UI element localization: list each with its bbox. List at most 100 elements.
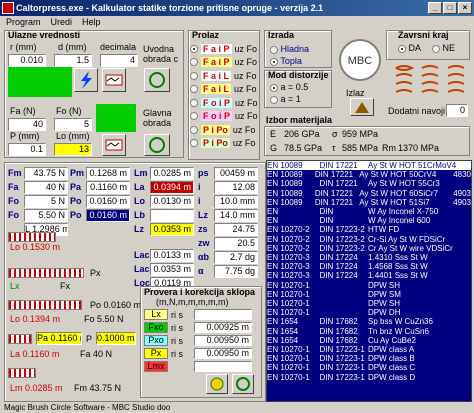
material-row[interactable]: EN 10270-2 DIN 17223-2 HTW FD <box>267 225 471 234</box>
zavrsni-da[interactable]: DA <box>398 43 421 53</box>
maximize-button[interactable]: □ <box>443 2 457 14</box>
radio-a05[interactable] <box>270 83 278 92</box>
materials-list[interactable]: EN 10089 DIN 17221 Ay St W HOT 51CrMoV4 EN … <box>266 160 472 402</box>
material-row[interactable]: EN 10270-2 DIN 17223-2 Cr Ay St W wire VDS… <box>267 244 471 253</box>
result-value[interactable]: 40 N <box>24 180 68 194</box>
provera-value[interactable]: 0.00950 m <box>194 348 252 359</box>
uvodna-button[interactable] <box>144 68 170 92</box>
provera-value[interactable] <box>194 309 252 320</box>
prolaz-radio[interactable] <box>190 71 198 80</box>
prolaz-option[interactable]: F a i Puz Fo <box>190 42 260 56</box>
prolaz-radio[interactable] <box>190 125 198 134</box>
provera-label[interactable]: Fxo <box>144 322 168 333</box>
material-row[interactable]: EN 10270-3 DIN 17224 1.4310 Sss St W <box>267 253 471 262</box>
result-value[interactable]: 5.50 N <box>24 208 68 222</box>
shark-button-2[interactable] <box>102 134 126 156</box>
material-row[interactable]: EN DIN W Ay Inconel 600 <box>267 216 471 225</box>
result-value[interactable] <box>150 208 194 222</box>
provera-value[interactable]: 0.00950 m <box>194 335 252 346</box>
p-value[interactable]: 0.1000 m <box>96 332 136 345</box>
provera-value[interactable] <box>194 361 252 372</box>
material-row[interactable]: EN 10270-2 DIN 17223-2 Cr-Si Ay St W FDSiC… <box>267 235 471 244</box>
material-row[interactable]: EN 10270-3 DIN 17224 1.4401 Sss St W <box>267 271 471 280</box>
result-value[interactable]: 0.0394 m <box>150 180 194 194</box>
result-value[interactable]: 43.75 N <box>24 166 68 180</box>
result-value[interactable]: 0.0133 m <box>150 248 194 262</box>
fo-input[interactable]: 5 <box>54 118 92 131</box>
menu-uredi[interactable]: Uredi <box>51 16 73 29</box>
correct-button[interactable] <box>232 374 254 394</box>
prolaz-option[interactable]: F a i Luz Fo <box>190 83 260 97</box>
lightning-button[interactable] <box>74 68 98 92</box>
result-value[interactable]: 00459 m <box>214 166 258 180</box>
result-value[interactable]: 24.75 <box>214 222 258 236</box>
result-value[interactable]: 0.1268 m <box>86 166 130 180</box>
material-row[interactable]: EN 10089 DIN 17221 Ay St W HOT 51Si7 4903 <box>267 198 471 207</box>
result-value[interactable]: 0.0130 m <box>150 194 194 208</box>
provera-label[interactable]: Px <box>144 348 168 359</box>
material-row[interactable]: EN 10089 DIN 17221 Ay St W HOT 60SiCr7 4903 <box>267 189 471 198</box>
provera-value[interactable]: 0.00925 m <box>194 322 252 333</box>
material-row[interactable]: EN 10270-3 DIN 17224 1.4568 Sss St W <box>267 262 471 271</box>
material-row[interactable]: EN 1654 DIN 17682 Cu Ay CuBe2 <box>267 336 471 345</box>
mod-opt2[interactable]: a = 1 <box>270 94 301 104</box>
provera-label[interactable]: Lx <box>144 309 168 320</box>
prolaz-radio[interactable] <box>190 98 198 107</box>
radio-ne[interactable] <box>432 44 440 53</box>
material-row[interactable]: EN DIN W Ay Inconel X-750 <box>267 207 471 216</box>
result-value[interactable]: 7.75 dg <box>214 264 258 278</box>
result-value[interactable]: 5 N <box>24 194 68 208</box>
material-row[interactable]: EN 10270-1 DPW SH <box>267 299 471 308</box>
menu-help[interactable]: Help <box>82 16 101 29</box>
prolaz-radio[interactable] <box>190 58 198 67</box>
prolaz-option[interactable]: F o i Puz Fo <box>190 110 260 124</box>
radio-da[interactable] <box>398 44 406 53</box>
result-value[interactable]: 0.0160 m <box>86 194 130 208</box>
izrada-topla[interactable]: Topla <box>270 56 302 66</box>
material-row[interactable]: EN 10089 DIN 17221 Ay St W HOT 50CrV4 4830 <box>267 170 471 179</box>
dodatni-input[interactable]: 0 <box>446 104 468 117</box>
material-row[interactable]: EN 10270-1 DIN 17223-1 DPW class C <box>267 363 471 372</box>
result-value[interactable]: 20.5 <box>214 236 258 250</box>
check-button[interactable] <box>206 374 228 394</box>
material-row[interactable]: EN 10270-1 DPW SH <box>267 281 471 290</box>
prolaz-radio[interactable] <box>190 139 198 148</box>
provera-label[interactable]: Pxo <box>144 335 168 346</box>
prolaz-option[interactable]: F a i Puz Fo <box>190 56 260 70</box>
menu-program[interactable]: Program <box>6 16 41 29</box>
material-row[interactable]: EN 1654 DIN 17682 Sp bss W CuZn36 <box>267 317 471 326</box>
radio-hladna[interactable] <box>270 45 278 54</box>
prolaz-option[interactable]: P i Po uz Fo <box>190 137 260 151</box>
result-value[interactable]: 0.0160 m <box>86 208 130 222</box>
result-value[interactable]: 10.0 mm <box>214 194 258 208</box>
result-value[interactable]: 0.0285 m <box>150 166 194 180</box>
result-value[interactable]: 0.0353 m <box>150 262 194 276</box>
lo-input[interactable]: 13 <box>54 143 92 156</box>
decimal-input[interactable]: 4 <box>100 54 138 67</box>
material-row[interactable]: EN 10089 DIN 17221 Ay St W HOT 55Cr3 <box>267 179 471 188</box>
material-row[interactable]: EN 10089 DIN 17221 Ay St W HOT 51CrMoV4 <box>267 161 471 171</box>
pa-value[interactable]: Pa 0.1160 m <box>36 332 82 345</box>
result-value[interactable]: 12.08 <box>214 180 258 194</box>
prolaz-radio[interactable] <box>190 112 198 121</box>
p-input[interactable]: 0.1 <box>8 143 46 156</box>
prolaz-radio[interactable] <box>190 85 198 94</box>
prolaz-radio[interactable] <box>190 44 198 53</box>
result-value[interactable]: 14.0 mm <box>214 208 258 222</box>
result-value[interactable]: 0.0353 m <box>150 222 194 236</box>
result-value[interactable]: 2.7 dg <box>214 250 258 264</box>
prolaz-option[interactable]: F o i Puz Fo <box>190 96 260 110</box>
material-row[interactable]: EN 10270-1 DIN 17223-1 DPW class A <box>267 345 471 354</box>
izrada-hladna[interactable]: Hladna <box>270 44 309 54</box>
material-row[interactable]: EN 1654 DIN 17682 Tn bnz W CuSn6 <box>267 327 471 336</box>
material-row[interactable]: EN 10270-1 DPW DH <box>267 308 471 317</box>
glavna-button[interactable] <box>144 134 170 156</box>
prolaz-option[interactable]: P i Po uz Fo <box>190 123 260 137</box>
r-input[interactable]: 0.010 <box>8 54 46 67</box>
radio-topla[interactable] <box>270 57 278 66</box>
close-button[interactable]: × <box>458 2 472 14</box>
fa-input[interactable]: 40 <box>8 118 46 131</box>
mod-opt1[interactable]: a = 0.5 <box>270 82 308 92</box>
d-input[interactable]: 1.5 <box>54 54 92 67</box>
minimize-button[interactable]: _ <box>428 2 442 14</box>
